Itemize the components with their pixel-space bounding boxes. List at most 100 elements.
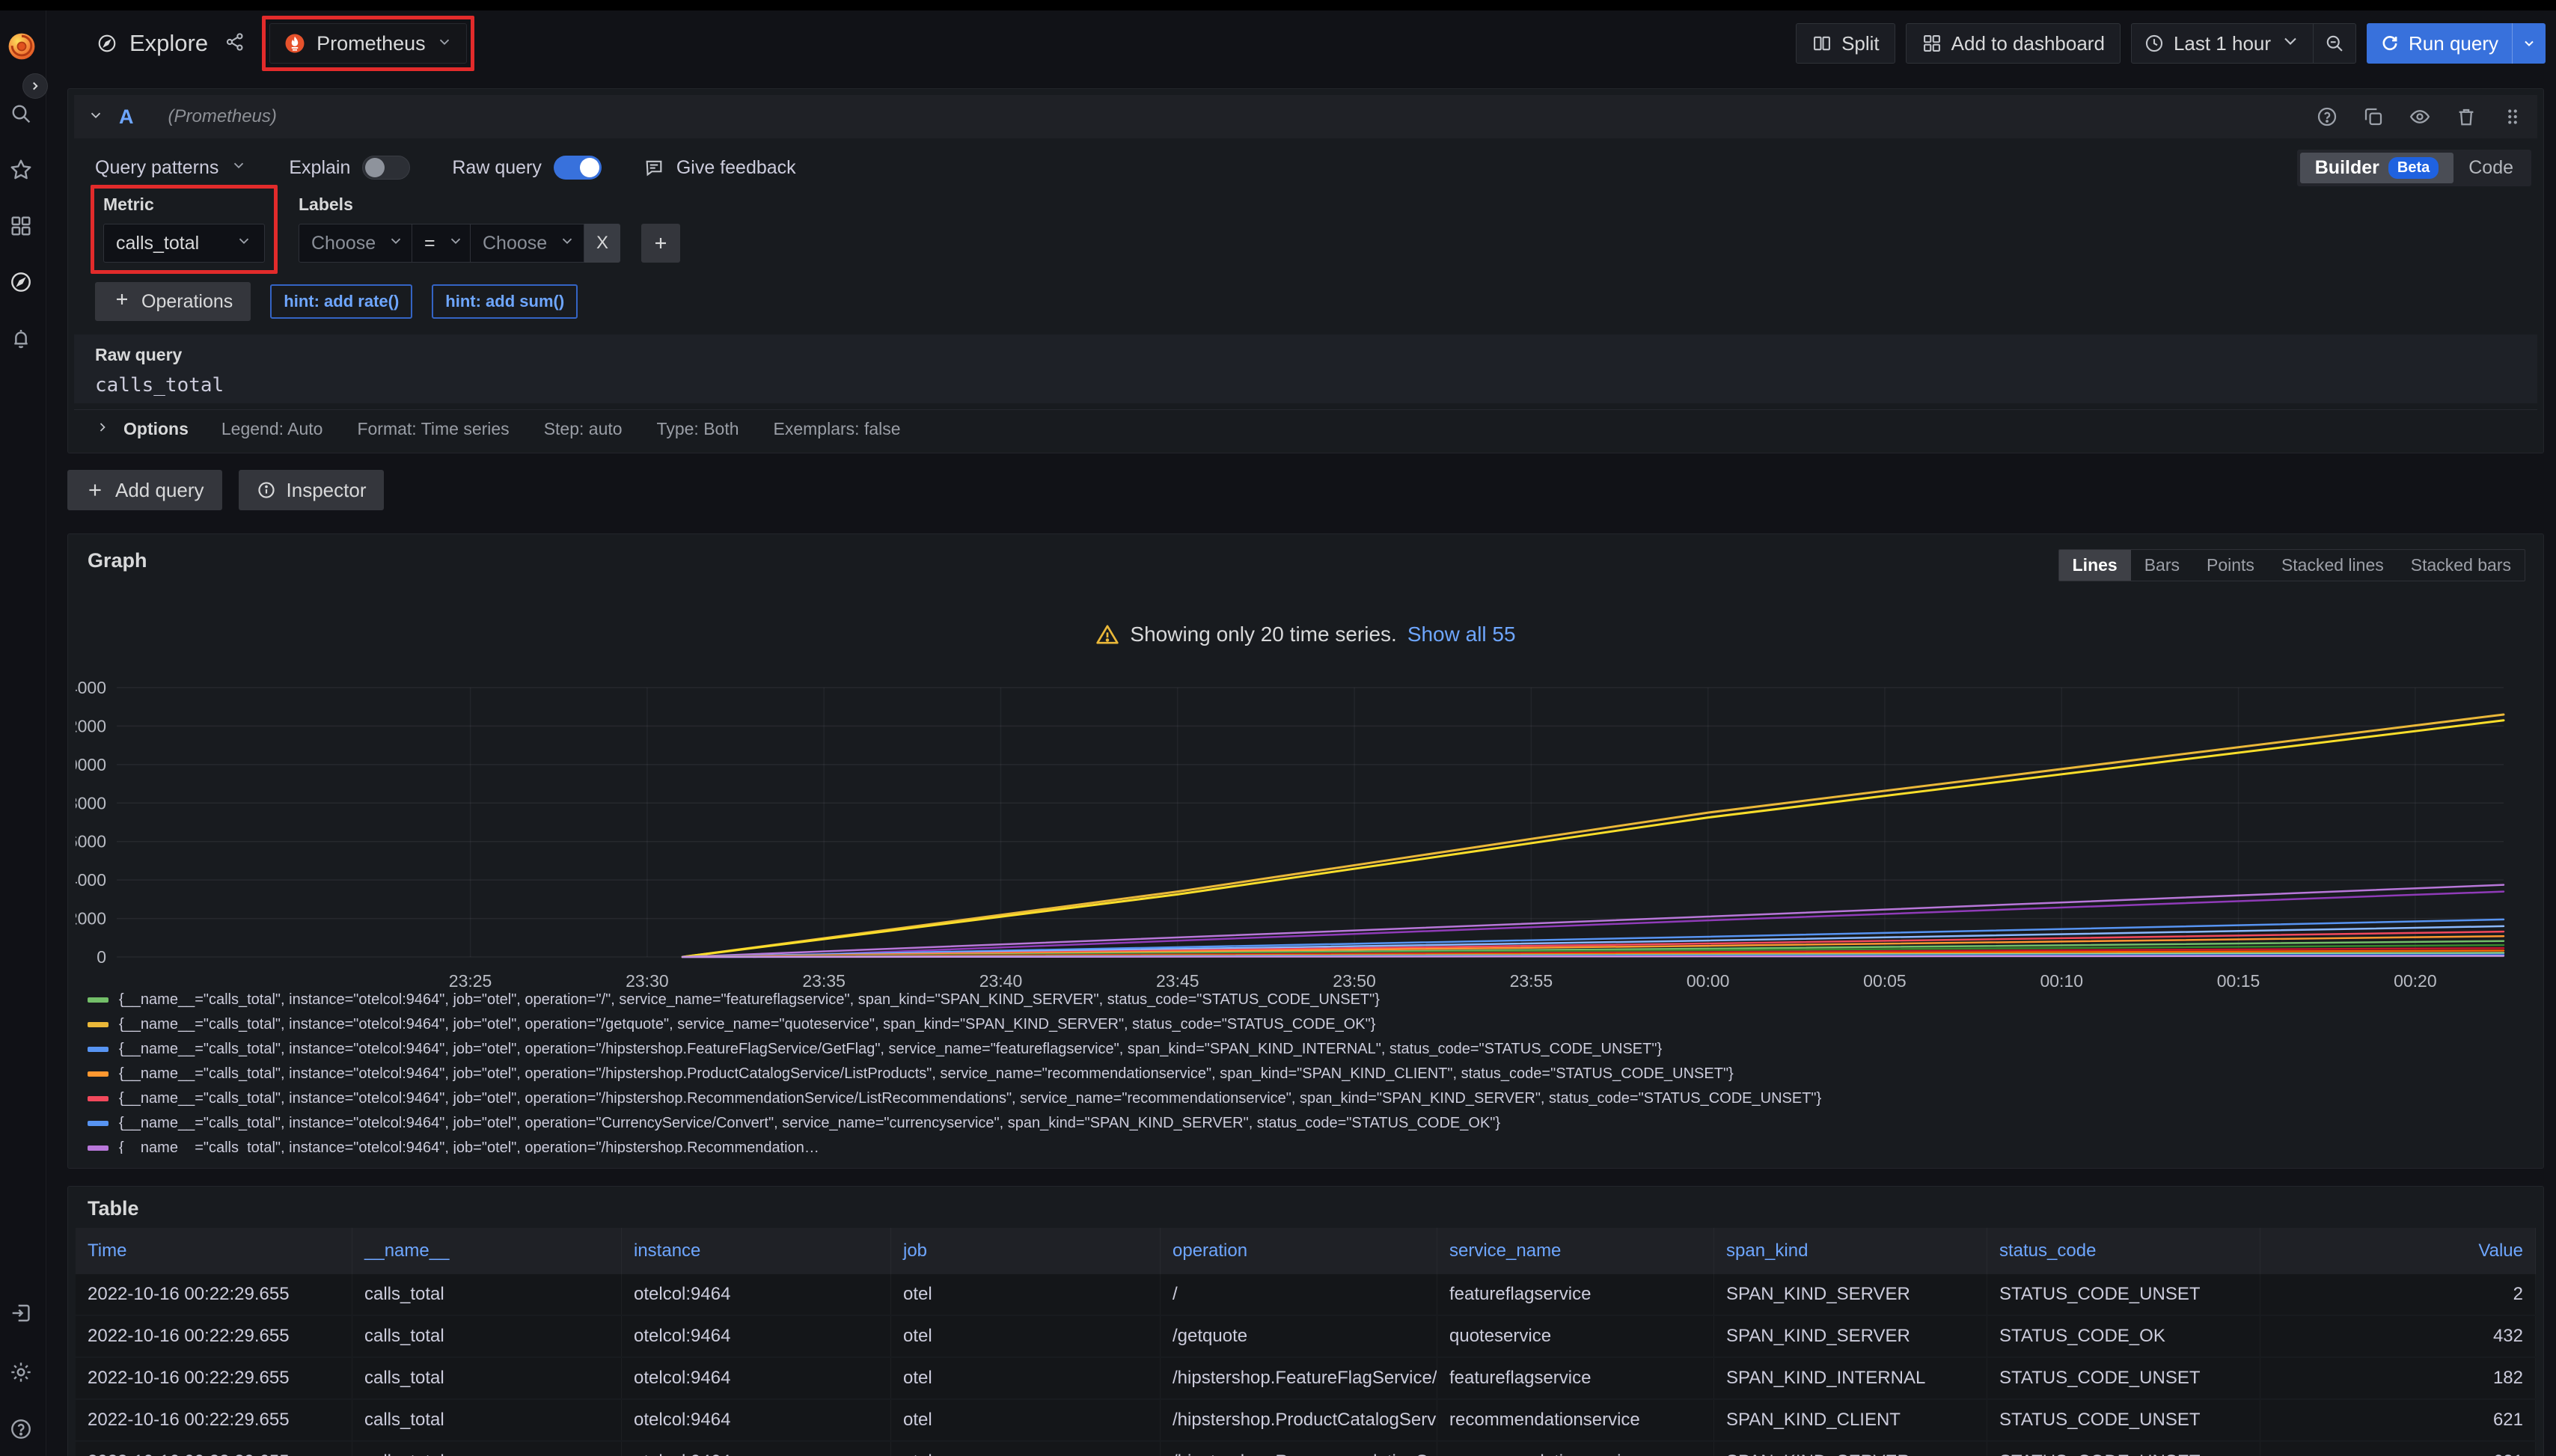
grafana-logo-icon[interactable] xyxy=(5,30,38,63)
settings-gear-icon[interactable] xyxy=(7,1359,34,1386)
column-header[interactable]: status_code xyxy=(1987,1228,2260,1274)
label-key-select[interactable]: Choose xyxy=(299,224,412,263)
raw-query-toggle[interactable] xyxy=(554,156,602,180)
table-row: 2022-10-16 00:22:29.655calls_totalotelco… xyxy=(76,1442,2536,1456)
table-cell: otelcol:9464 xyxy=(622,1400,891,1440)
warning-text: Showing only 20 time series. xyxy=(1130,623,1396,646)
explain-toggle[interactable] xyxy=(362,156,410,180)
legend-item[interactable]: {__name__="calls_total", instance="otelc… xyxy=(88,1037,2530,1062)
metric-select[interactable]: calls_total xyxy=(103,224,265,263)
table-cell: otel xyxy=(891,1442,1161,1456)
query-hint-button[interactable]: hint: add rate() xyxy=(270,284,412,319)
y-axis-tick-label: 8000 xyxy=(76,793,106,813)
beta-badge: Beta xyxy=(2388,157,2439,179)
column-header[interactable]: job xyxy=(891,1228,1161,1274)
query-help-icon[interactable] xyxy=(2316,105,2338,128)
column-header[interactable]: Time xyxy=(76,1228,352,1274)
chevron-right-icon[interactable] xyxy=(95,420,110,438)
table-cell: recommendationservice xyxy=(1437,1442,1714,1456)
graph-mode-lines[interactable]: Lines xyxy=(2059,550,2131,581)
column-header[interactable]: instance xyxy=(622,1228,891,1274)
column-header[interactable]: service_name xyxy=(1437,1228,1714,1274)
add-label-filter-button[interactable] xyxy=(641,224,680,263)
window-top-strip xyxy=(0,0,2556,10)
search-icon[interactable] xyxy=(7,100,34,127)
add-query-button[interactable]: Add query xyxy=(67,470,222,510)
alerting-bell-icon[interactable] xyxy=(7,325,34,352)
raw-query-block: Raw query calls_total xyxy=(74,334,2537,403)
table-cell: STATUS_CODE_UNSET xyxy=(1987,1358,2260,1398)
query-hints: hint: add rate() hint: add sum() xyxy=(270,284,578,319)
inspector-button[interactable]: Inspector xyxy=(239,470,385,510)
label-operator-select[interactable]: = xyxy=(412,224,471,263)
help-icon[interactable] xyxy=(7,1416,34,1443)
table-cell: /hipstershop.FeatureFlagService/GetFlag xyxy=(1161,1358,1437,1398)
warning-triangle-icon xyxy=(1095,623,1119,646)
chevron-down-icon xyxy=(236,233,252,254)
chevron-down-icon xyxy=(2280,31,2301,57)
hide-response-eye-icon[interactable] xyxy=(2409,105,2431,128)
legend-item[interactable]: {__name__="calls_total", instance="otelc… xyxy=(88,1136,2530,1154)
zoom-out-icon xyxy=(2324,33,2345,54)
legend-series-label: {__name__="calls_total", instance="otelc… xyxy=(119,1041,1662,1058)
builder-tab[interactable]: Builder Beta xyxy=(2300,153,2453,183)
column-header[interactable]: Value xyxy=(2260,1228,2536,1274)
datasource-picker[interactable]: Prometheus xyxy=(269,23,467,64)
sidebar-expand-button[interactable] xyxy=(22,73,48,99)
explore-compass-icon[interactable] xyxy=(7,269,34,296)
legend-series-label: {__name__="calls_total", instance="otelc… xyxy=(119,1065,1734,1083)
legend-item[interactable]: {__name__="calls_total", instance="otelc… xyxy=(88,1062,2530,1086)
legend-item[interactable]: {__name__="calls_total", instance="otelc… xyxy=(88,988,2530,1012)
copy-query-icon[interactable] xyxy=(2362,105,2385,128)
graph-style-switcher: LinesBarsPointsStacked linesStacked bars xyxy=(2058,549,2525,581)
add-operation-button[interactable]: Operations xyxy=(95,282,251,321)
table-cell: featureflagservice xyxy=(1437,1358,1714,1398)
split-button[interactable]: Split xyxy=(1796,23,1895,64)
zoom-out-time-button[interactable] xyxy=(2313,24,2355,63)
table-row: 2022-10-16 00:22:29.655calls_totalotelco… xyxy=(76,1358,2536,1400)
series-limit-warning: Showing only 20 time series. Show all 55 xyxy=(68,623,2543,646)
labels-field-label: Labels xyxy=(299,195,680,215)
legend-item[interactable]: {__name__="calls_total", instance="otelc… xyxy=(88,1012,2530,1037)
y-axis-tick-label: 4000 xyxy=(76,870,106,890)
give-feedback-link[interactable]: Give feedback xyxy=(643,157,796,179)
dashboards-icon[interactable] xyxy=(7,212,34,239)
share-icon[interactable] xyxy=(224,31,245,56)
options-label[interactable]: Options xyxy=(123,419,189,439)
graph-mode-stacked-lines[interactable]: Stacked lines xyxy=(2268,550,2397,581)
builder-label: Builder xyxy=(2315,157,2379,179)
legend-item[interactable]: {__name__="calls_total", instance="otelc… xyxy=(88,1111,2530,1136)
code-tab[interactable]: Code xyxy=(2453,153,2528,183)
run-query-button[interactable]: Run query xyxy=(2367,23,2512,64)
clock-icon xyxy=(2144,33,2165,54)
sign-in-icon[interactable] xyxy=(7,1300,34,1327)
run-query-dropdown[interactable] xyxy=(2512,23,2546,64)
query-hint-button[interactable]: hint: add sum() xyxy=(432,284,578,319)
table-cell: STATUS_CODE_OK xyxy=(1987,1316,2260,1356)
show-all-series-link[interactable]: Show all 55 xyxy=(1407,623,1516,646)
add-to-dashboard-button[interactable]: Add to dashboard xyxy=(1906,23,2121,64)
time-series-chart[interactable]: 0200040006000800010000120001400023:2523:… xyxy=(76,669,2545,998)
table-row: 2022-10-16 00:22:29.655calls_totalotelco… xyxy=(76,1400,2536,1442)
remove-label-filter-button[interactable]: X xyxy=(584,224,620,263)
legend-series-color xyxy=(88,1047,108,1052)
label-value-select[interactable]: Choose xyxy=(471,224,584,263)
graph-mode-bars[interactable]: Bars xyxy=(2131,550,2193,581)
legend-item[interactable]: {__name__="calls_total", instance="otelc… xyxy=(88,1086,2530,1111)
starred-icon[interactable] xyxy=(7,156,34,183)
collapse-chevron-icon[interactable] xyxy=(88,107,104,127)
column-header[interactable]: __name__ xyxy=(352,1228,622,1274)
time-range-picker[interactable]: Last 1 hour xyxy=(2132,24,2313,63)
remove-query-trash-icon[interactable] xyxy=(2455,105,2477,128)
graph-mode-stacked-bars[interactable]: Stacked bars xyxy=(2397,550,2525,581)
column-header[interactable]: operation xyxy=(1161,1228,1437,1274)
column-header[interactable]: span_kind xyxy=(1714,1228,1987,1274)
query-ref-id[interactable]: A xyxy=(119,105,134,129)
table-cell: SPAN_KIND_CLIENT xyxy=(1714,1400,1987,1440)
graph-mode-points[interactable]: Points xyxy=(2193,550,2268,581)
drag-handle-icon[interactable] xyxy=(2501,105,2524,128)
chevron-down-icon xyxy=(559,233,575,254)
plus-icon xyxy=(85,480,105,500)
legend-series-color xyxy=(88,997,108,1003)
query-patterns-dropdown[interactable]: Query patterns xyxy=(95,157,247,179)
